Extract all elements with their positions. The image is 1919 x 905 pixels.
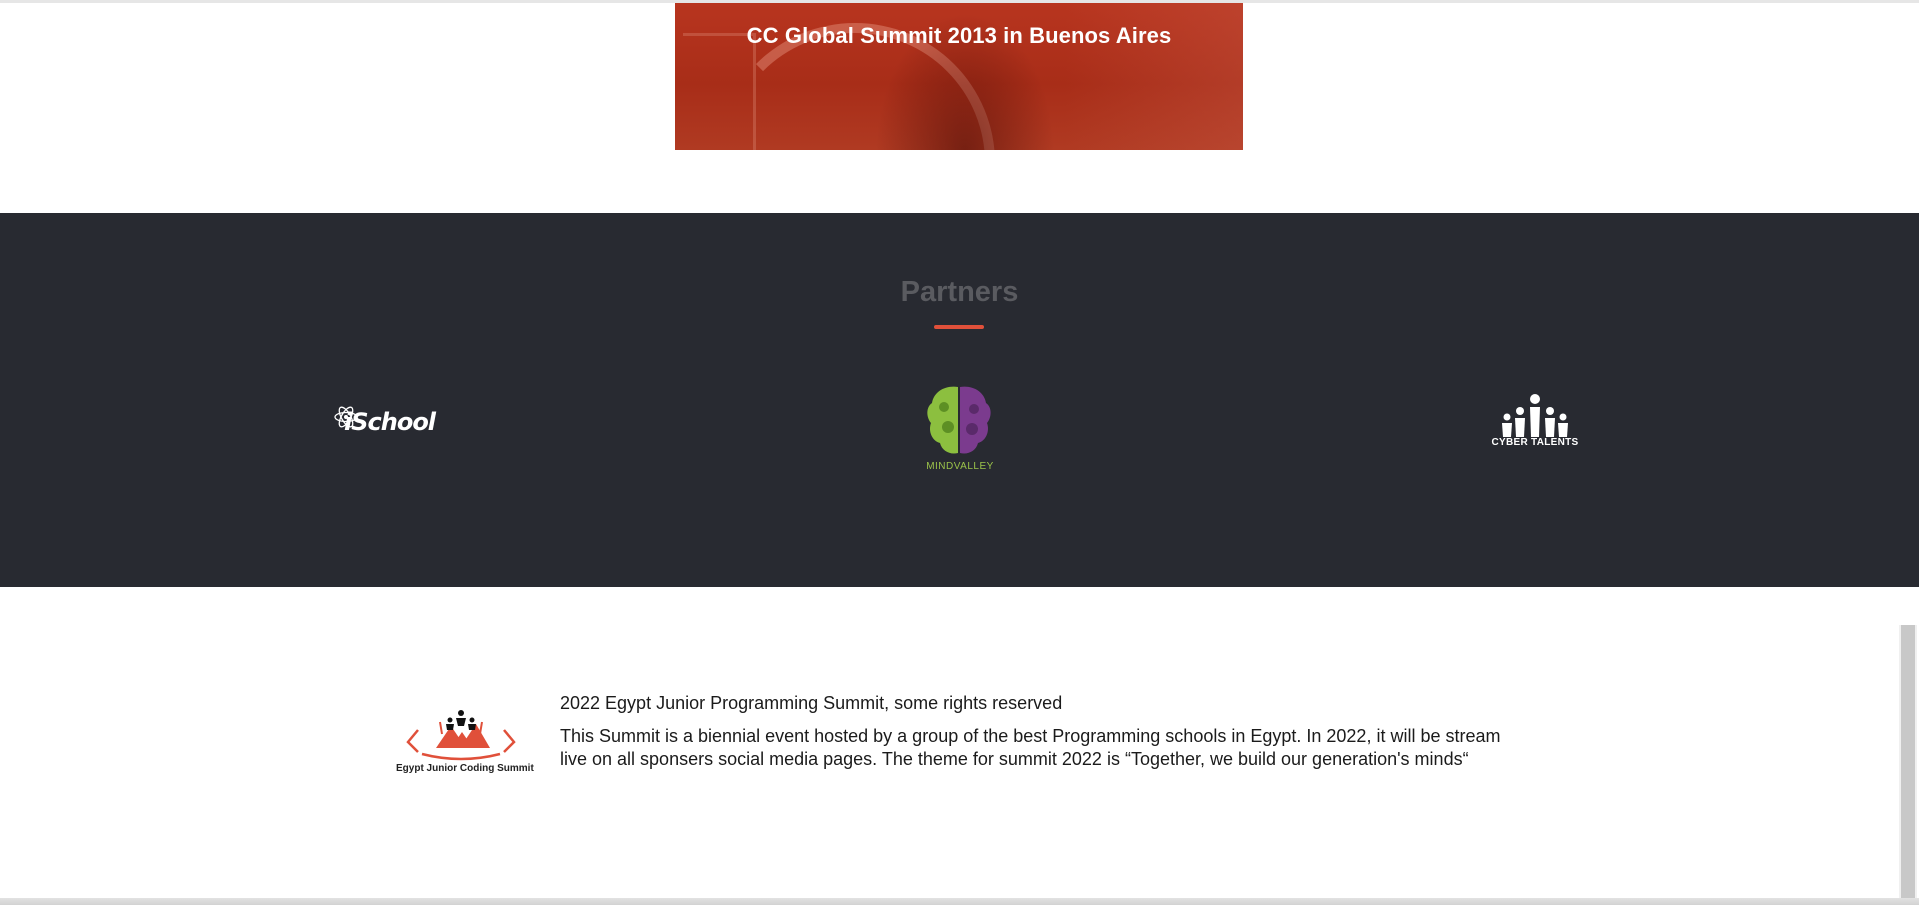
ischool-logo-text: iSchool bbox=[344, 408, 436, 436]
footer-info: 2022 Egypt Junior Programming Summit, so… bbox=[560, 692, 1520, 771]
footer-description: This Summit is a biennial event hosted b… bbox=[560, 726, 1501, 769]
people-silhouette-icon bbox=[1502, 394, 1568, 437]
page: CC Global Summit 2013 in Buenos Aires Pa… bbox=[0, 0, 1919, 905]
mindvalley-logo-text: MINDVALLEY bbox=[926, 461, 994, 472]
partners-heading: Partners bbox=[900, 276, 1019, 308]
bottom-divider bbox=[0, 898, 1919, 905]
footer-rights-text: 2022 Egypt Junior Programming Summit, so… bbox=[560, 693, 1063, 713]
egypt-junior-coding-summit-logo[interactable]: Egypt Junior Coding Summit bbox=[396, 708, 534, 776]
summit-video-card[interactable]: CC Global Summit 2013 in Buenos Aires bbox=[675, 3, 1243, 150]
brain-icon bbox=[927, 386, 991, 454]
ischool-logo[interactable]: iSchool bbox=[334, 403, 436, 443]
mindvalley-logo[interactable]: MINDVALLEY bbox=[922, 381, 998, 477]
summit-video-title: CC Global Summit 2013 in Buenos Aires bbox=[746, 23, 1172, 48]
partners-heading-underline bbox=[934, 325, 984, 329]
cyber-talents-logo[interactable]: CYBER TALENTS bbox=[1490, 393, 1580, 455]
summit-mountains-icon bbox=[406, 710, 516, 761]
page-scrollbar-thumb[interactable] bbox=[1901, 625, 1915, 900]
cyber-talents-logo-text: CYBER TALENTS bbox=[1491, 437, 1579, 448]
partners-section: Partners iSchool MINDVALLEY CYBER TALENT… bbox=[0, 213, 1919, 587]
summit-logo-caption: Egypt Junior Coding Summit bbox=[396, 763, 534, 774]
